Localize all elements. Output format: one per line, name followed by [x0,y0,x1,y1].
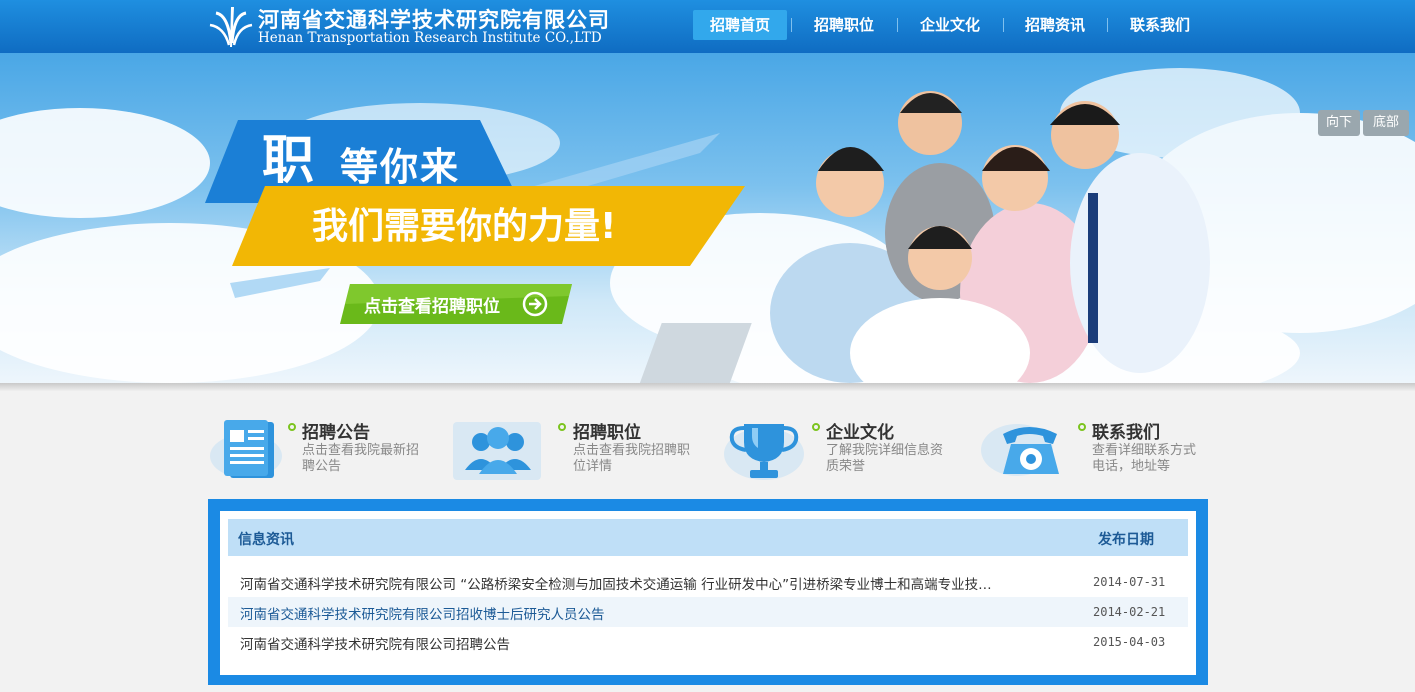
news-date: 2014-07-31 [1093,575,1166,589]
headline-text: 等你来 [340,145,461,189]
banner-artwork [0,68,1415,384]
nav-divider [791,18,792,32]
news-row[interactable]: 河南省交通科学技术研究院有限公司招聘公告 2015-04-03 [228,627,1188,657]
scroll-bottom-button[interactable]: 底部 [1363,110,1409,136]
news-title-link[interactable]: 河南省交通科学技术研究院有限公司招收博士后研究人员公告 [240,603,1040,623]
banner-shadow-divider [0,383,1415,391]
nav-recruit-news[interactable]: 招聘资讯 [1008,10,1102,40]
phone-icon [981,424,1059,476]
feature-corporate-culture[interactable]: 企业文化 了解我院详细信息资质荣誉 [724,414,964,484]
news-row[interactable]: 河南省交通科学技术研究院有限公司 “公路桥梁安全检测与加固技术交通运输 行业研发… [228,567,1188,597]
feature-description: 查看详细联系方式电话，地址等 [1092,443,1197,474]
view-positions-button[interactable]: 点击查看招聘职位 [340,284,572,324]
nav-corporate-culture[interactable]: 企业文化 [903,10,997,40]
slogan-text: 我们需要你的力量! [312,206,617,247]
nav-job-positions[interactable]: 招聘职位 [797,10,891,40]
scroll-down-button[interactable]: 向下 [1318,110,1360,136]
nav-divider [897,18,898,32]
nav-divider [1107,18,1108,32]
feature-job-positions[interactable]: 招聘职位 点击查看我院招聘职位详情 [452,414,692,484]
feature-description: 点击查看我院最新招聘公告 [302,443,420,474]
news-title-link[interactable]: 河南省交通科学技术研究院有限公司 “公路桥梁安全检测与加固技术交通运输 行业研发… [240,573,1040,593]
feature-bullet [1078,423,1086,431]
feature-bullet [558,423,566,431]
nav-recruit-home[interactable]: 招聘首页 [693,10,787,40]
news-table-header: 信息资讯 发布日期 [228,519,1188,556]
feature-title: 招聘职位 [573,423,641,443]
feature-contact-us[interactable]: 联系我们 查看详细联系方式电话，地址等 [980,414,1220,484]
news-date: 2015-04-03 [1093,635,1166,649]
news-title-link[interactable]: 河南省交通科学技术研究院有限公司招聘公告 [240,633,1040,653]
feature-bullet [812,423,820,431]
logo-mark-icon [209,7,253,47]
trophy-icon [724,424,804,480]
feature-bullet [288,423,296,431]
feature-description: 点击查看我院招聘职位详情 [573,443,691,474]
top-header: 河南省交通科学技术研究院有限公司 Henan Transportation Re… [0,0,1415,54]
headline-big-char: 职 [262,131,315,191]
feature-description: 了解我院详细信息资质荣誉 [826,443,944,474]
people-icon [453,422,541,480]
logo-english-name: Henan Transportation Research Institute … [258,30,602,46]
news-panel-body: 信息资讯 发布日期 河南省交通科学技术研究院有限公司 “公路桥梁安全检测与加固技… [220,511,1196,675]
document-icon [210,420,282,478]
news-row[interactable]: 河南省交通科学技术研究院有限公司招收博士后研究人员公告 2014-02-21 [228,597,1188,627]
news-panel: 信息资讯 发布日期 河南省交通科学技术研究院有限公司 “公路桥梁安全检测与加固技… [208,499,1208,685]
hero-banner: 职 等你来 我们需要你的力量! 点击查看招聘职位 [0,53,1415,384]
news-column-date: 发布日期 [1098,532,1154,548]
news-date: 2014-02-21 [1093,605,1166,619]
company-logo[interactable]: 河南省交通科学技术研究院有限公司 Henan Transportation Re… [208,3,618,49]
arrow-right-circle-icon [522,291,548,317]
nav-contact-us[interactable]: 联系我们 [1113,10,1207,40]
feature-recruit-notice[interactable]: 招聘公告 点击查看我院最新招聘公告 [208,414,438,484]
feature-title: 企业文化 [826,423,894,443]
feature-title: 招聘公告 [302,423,370,443]
nav-divider [1003,18,1004,32]
feature-title: 联系我们 [1092,423,1160,443]
news-column-title: 信息资讯 [238,532,294,548]
view-positions-label: 点击查看招聘职位 [364,297,500,317]
